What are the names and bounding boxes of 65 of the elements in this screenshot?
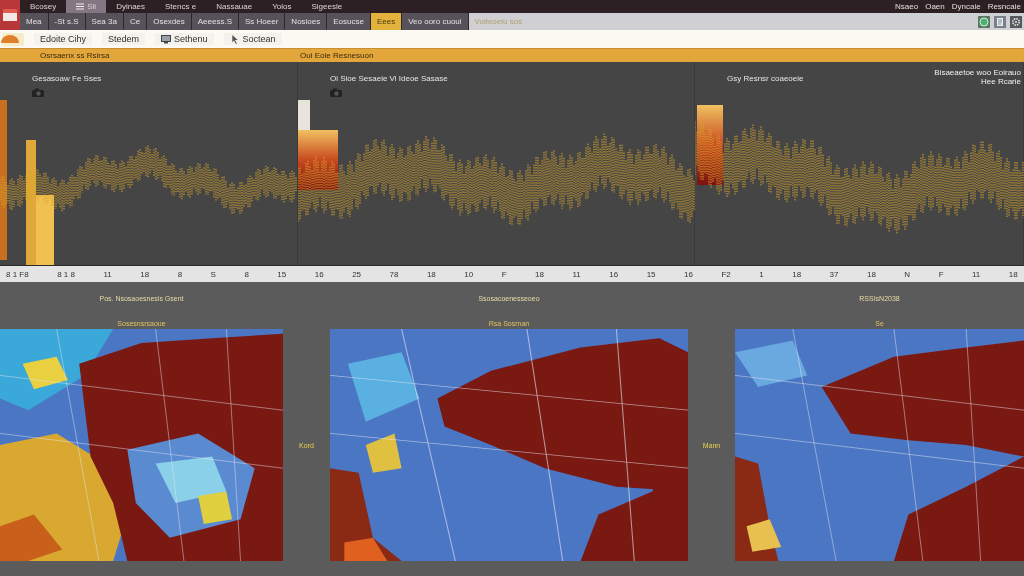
chart-note: Hee Rcarie (981, 77, 1021, 86)
settings-icon[interactable] (1010, 15, 1022, 28)
camera-icon[interactable] (330, 88, 342, 97)
axis-tick-label: 11 (103, 269, 112, 279)
tab-note: Voiteoeiu sos (473, 17, 523, 26)
tab[interactable]: Mea (20, 13, 49, 30)
status-label: Oaen (925, 2, 945, 11)
camera-icon[interactable] (32, 88, 44, 97)
tab[interactable]: Sea 3a (85, 13, 124, 30)
axis-tick-label: 16 (609, 269, 619, 279)
axis-tick-label: 15 (277, 269, 287, 279)
toolbar-button[interactable]: Sethenu (155, 33, 214, 45)
axis-tick-label: 25 (352, 269, 362, 279)
document-icon[interactable] (994, 15, 1006, 28)
tab[interactable]: Ss Hoeer (239, 13, 286, 30)
axis-tick-label: 8 1 8 (57, 269, 75, 279)
chart-note: Bisaeaetoe woo Eoirauo (934, 68, 1021, 77)
axis-tick-label: N (904, 269, 911, 279)
toolbar-button[interactable]: Edoite Cihy (34, 33, 93, 45)
status-label: Nsaeo (895, 2, 919, 11)
chart-header-title: Oui Eoie Resnesuon (300, 51, 374, 60)
axis-tick-label: 18 (426, 269, 436, 279)
toolbar-button[interactable]: Soctean (223, 33, 282, 45)
axis-tick-label: 8 (177, 269, 183, 279)
status-label: Dyncaie (951, 2, 981, 11)
dome-logo-icon (0, 31, 24, 47)
tab[interactable]: Eosucse (327, 13, 371, 30)
axis-tick-label: F (938, 269, 944, 279)
axis-tick-label: F2 (721, 269, 731, 279)
axis-tick-label: 18 (792, 269, 802, 279)
status-label: Resncaie (987, 2, 1021, 11)
axis-tick-label: 37 (829, 269, 839, 279)
axis-tick-label: 16 (314, 269, 324, 279)
tab[interactable]: Eees (370, 13, 403, 30)
tab[interactable]: -St s.S (48, 13, 86, 30)
axis-tick-label: 8 1 F8 (6, 269, 29, 279)
toolbar-button[interactable]: Stedem (102, 33, 146, 45)
chart-title: Oi Sioe Sesaeie Vi Ideoe Sasase (330, 74, 448, 83)
monitor-icon (161, 34, 172, 44)
axis-tick-label: 15 (646, 269, 656, 279)
axis-tick-label: 11 (572, 269, 581, 279)
axis-tick-label: 11 (972, 269, 981, 279)
tab[interactable]: Ce (123, 13, 148, 30)
axis-tick-label: S (210, 269, 216, 279)
tab[interactable]: Veo ooro cuoui (402, 13, 469, 30)
circle-icon[interactable] (978, 15, 990, 28)
axis-tick-label: 16 (684, 269, 693, 279)
chart-title: Gsy Resnsr coaeoeie (727, 74, 804, 83)
tab[interactable]: Aeeess.S (191, 13, 239, 30)
axis-tick-label: 8 (244, 269, 249, 279)
axis-tick-label: 18 (140, 269, 150, 279)
cursor-icon (229, 34, 240, 44)
axis-tick-label: 18 (866, 269, 876, 279)
axis-tick-label: 18 (535, 269, 544, 279)
tab[interactable]: Osexdes (147, 13, 192, 30)
axis-tick-label: 1 (759, 269, 764, 279)
app-logo-icon (0, 0, 20, 30)
axis-tick-label: 78 (389, 269, 399, 279)
list-icon (76, 3, 85, 10)
chart-title: Gesasoaw Fe Sses (32, 74, 102, 83)
axis-tick-label: 10 (464, 269, 474, 279)
chart-header-title: Osrsaenx ss Rsirsa (39, 51, 111, 60)
axis-tick-label: F (501, 269, 507, 279)
axis-tick-label: 18 (1008, 269, 1018, 279)
tab[interactable]: Nosioes (285, 13, 328, 30)
